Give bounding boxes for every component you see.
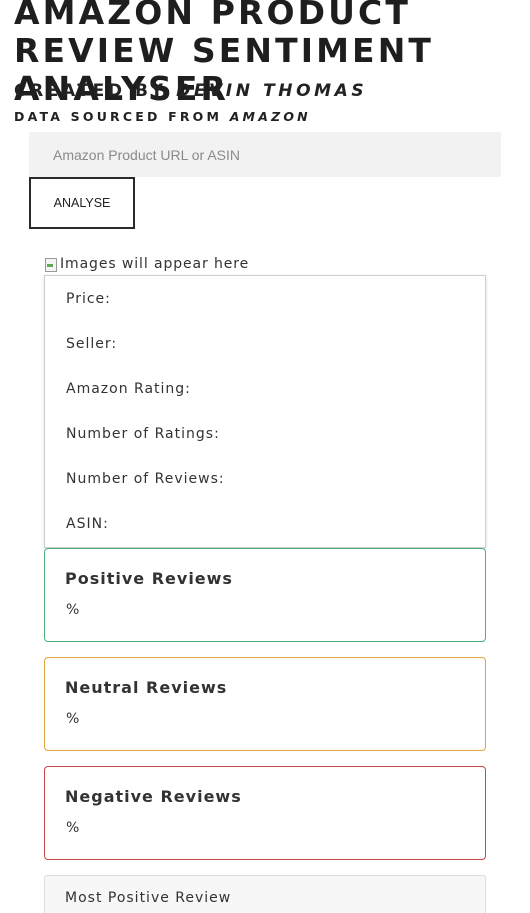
data-source-name: AMAZON bbox=[229, 109, 311, 124]
broken-image-icon bbox=[44, 256, 58, 272]
number-of-reviews-label: Number of Reviews: bbox=[66, 471, 225, 487]
most-positive-review-card: Most Positive Review bbox=[44, 875, 486, 913]
amazon-rating-label: Amazon Rating: bbox=[66, 381, 191, 397]
seller-label: Seller: bbox=[66, 336, 118, 352]
most-positive-review-title: Most Positive Review bbox=[65, 890, 232, 906]
asin-label: ASIN: bbox=[66, 516, 109, 532]
negative-reviews-card: Negative Reviews % bbox=[44, 766, 486, 860]
positive-reviews-card: Positive Reviews % bbox=[44, 548, 486, 642]
product-url-input[interactable] bbox=[29, 132, 501, 177]
created-by-prefix: CREATED BY bbox=[14, 81, 177, 101]
number-of-ratings-label: Number of Ratings: bbox=[66, 426, 220, 442]
created-by-line: CREATED BY DEVIN THOMAS bbox=[14, 81, 367, 101]
product-image: Images will appear here bbox=[44, 255, 249, 273]
data-source-line: DATA SOURCED FROM AMAZON bbox=[14, 109, 311, 124]
negative-reviews-title: Negative Reviews bbox=[65, 787, 242, 806]
positive-reviews-percent: % bbox=[66, 602, 80, 618]
positive-reviews-title: Positive Reviews bbox=[65, 569, 233, 588]
neutral-reviews-percent: % bbox=[66, 711, 80, 727]
negative-reviews-percent: % bbox=[66, 820, 80, 836]
analyse-button[interactable]: ANALYSE bbox=[29, 177, 135, 229]
image-alt-text: Images will appear here bbox=[60, 256, 250, 272]
neutral-reviews-card: Neutral Reviews % bbox=[44, 657, 486, 751]
price-label: Price: bbox=[66, 291, 111, 307]
product-info-card: Price: Seller: Amazon Rating: Number of … bbox=[44, 275, 486, 548]
author-name: DEVIN THOMAS bbox=[176, 81, 368, 101]
neutral-reviews-title: Neutral Reviews bbox=[65, 678, 228, 697]
data-source-prefix: DATA SOURCED FROM bbox=[14, 109, 230, 124]
page: AMAZON PRODUCT REVIEW SENTIMENT ANALYSER… bbox=[0, 0, 530, 913]
